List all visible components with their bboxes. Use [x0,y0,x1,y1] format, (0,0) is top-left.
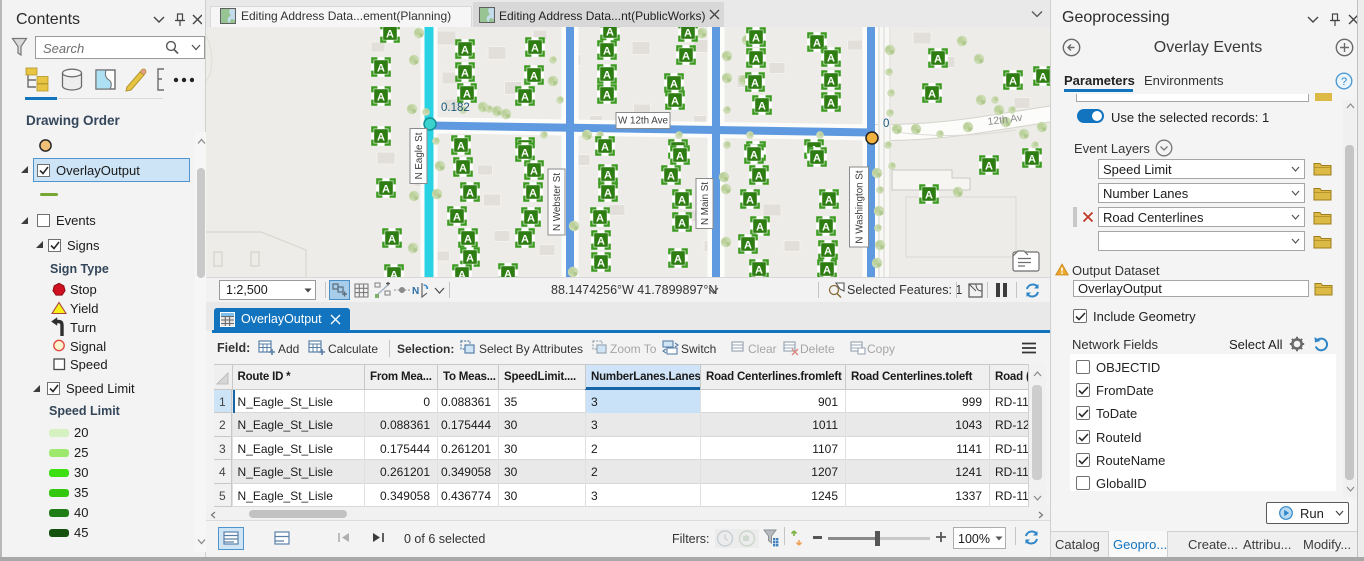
svg-text:N Webster St: N Webster St [552,173,563,231]
svg-text:N: N [412,286,419,297]
svg-text:N Eagle St: N Eagle St [414,132,425,179]
svg-text:N Main St: N Main St [700,182,711,225]
svg-text:0.182: 0.182 [441,102,470,114]
svg-text:W 12th Ave: W 12th Ave [618,116,668,127]
svg-text:0: 0 [883,118,889,130]
svg-text:N Washington St: N Washington St [855,170,866,243]
svg-text:?: ? [1341,76,1347,88]
